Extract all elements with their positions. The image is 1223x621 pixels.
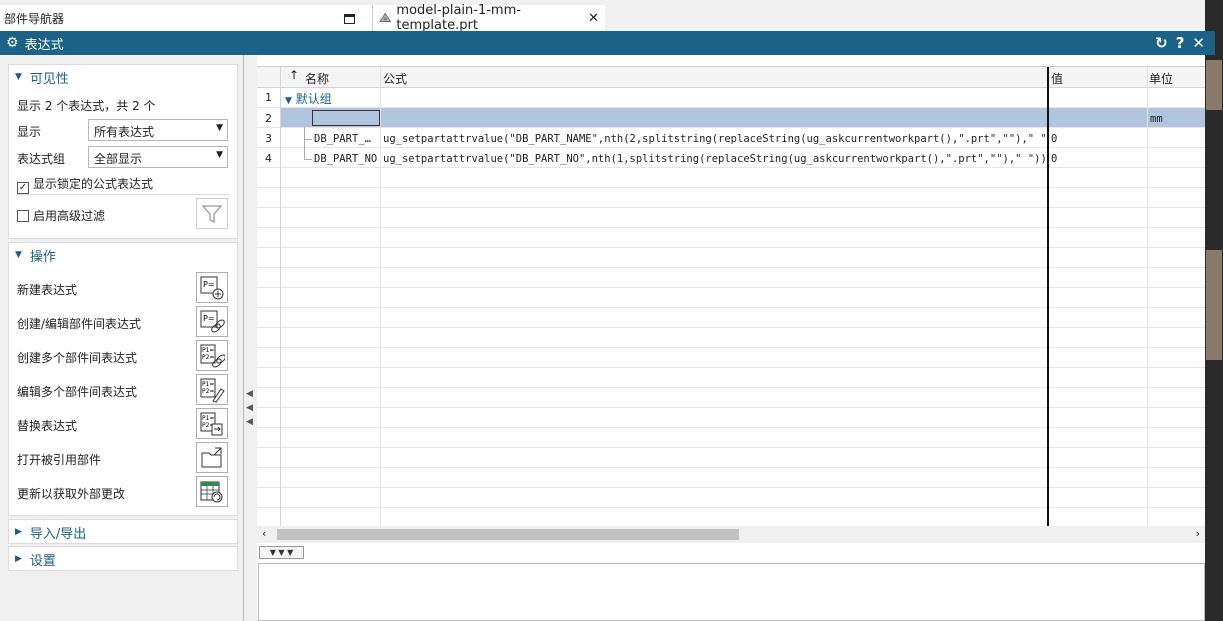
scrollbar-thumb[interactable]: [277, 529, 739, 540]
row-number: 1: [265, 91, 272, 104]
sort-arrow-icon[interactable]: ↑: [289, 68, 299, 82]
show-locked-checkbox[interactable]: ✓: [17, 182, 29, 194]
new-expression-icon[interactable]: P=: [196, 272, 228, 303]
part-navigator-tab[interactable]: 部件导航器: [0, 5, 373, 31]
op-new-expression[interactable]: 新建表达式: [17, 281, 77, 298]
row-number: 4: [265, 152, 272, 165]
dropdown-arrow-icon: ▼: [216, 123, 223, 133]
group-row[interactable]: ▼ 默认组: [285, 90, 332, 107]
svg-text:P1=: P1=: [202, 415, 214, 422]
row-number: 3: [265, 132, 272, 145]
op-interpart[interactable]: 创建/编辑部件间表达式: [17, 315, 141, 332]
import-export-header[interactable]: ▶ 导入/导出: [9, 520, 237, 544]
advanced-filter-checkbox[interactable]: [17, 210, 29, 222]
dialog-title: 表达式: [24, 37, 64, 53]
op-open-referenced[interactable]: 打开被引用部件: [17, 451, 101, 468]
column-formula[interactable]: 公式: [383, 70, 407, 87]
scroll-left-icon[interactable]: ‹: [262, 527, 266, 540]
column-name[interactable]: 名称: [305, 70, 329, 87]
svg-text:P=: P=: [203, 314, 215, 323]
dropdown-arrow-icon: ▼: [216, 150, 223, 160]
unit-cell[interactable]: mm: [1150, 113, 1163, 125]
value-cell[interactable]: 0: [1051, 153, 1057, 165]
details-toggle-icon[interactable]: ▼ ▼ ▼: [259, 546, 304, 559]
collapse-left-icon[interactable]: ◀: [246, 417, 253, 427]
svg-text:P2=: P2=: [202, 388, 214, 395]
update-external-icon[interactable]: [196, 476, 228, 507]
expand-triangle-icon: ▶: [15, 554, 22, 564]
visibility-header[interactable]: ▼ 可见性: [9, 65, 237, 89]
collapse-triangle-icon: ▼: [15, 250, 22, 260]
maximize-icon[interactable]: [344, 14, 355, 24]
top-strip: 部件导航器 model-plain-1-mm-template.prt ✕: [0, 0, 1223, 33]
collapse-left-icon[interactable]: ◀: [246, 389, 253, 399]
selected-row-highlight: [280, 108, 1205, 127]
column-unit[interactable]: 单位: [1149, 70, 1173, 87]
filter-icon[interactable]: [196, 198, 228, 229]
row-number: 2: [265, 112, 272, 125]
value-cell[interactable]: 0: [1051, 133, 1057, 145]
settings-header[interactable]: ▶ 设置: [9, 547, 237, 571]
advanced-filter-row[interactable]: 启用高级过滤: [17, 207, 105, 224]
expression-table: ↑ 名称 公式 值 单位 1 ▼ 默认组 2 mm 3 DB_PART_… ug…: [257, 66, 1205, 527]
dialog-titlebar: ⚙ 表达式 ↻ ? ✕: [0, 31, 1215, 55]
name-cell[interactable]: DB_PART_NO: [314, 153, 380, 165]
document-tab[interactable]: model-plain-1-mm-template.prt ✕: [373, 3, 605, 33]
svg-text:P1=: P1=: [202, 381, 214, 388]
horizontal-scrollbar[interactable]: ‹ ›: [257, 526, 1205, 543]
display-select[interactable]: 所有表达式 ▼: [88, 119, 228, 141]
op-create-multi[interactable]: 创建多个部件间表达式: [17, 349, 137, 366]
operations-header[interactable]: ▼ 操作: [9, 243, 237, 267]
replace-expression-icon[interactable]: P1= P2=: [196, 408, 228, 439]
import-export-section: ▶ 导入/导出: [8, 519, 238, 544]
op-update-external[interactable]: 更新以获取外部更改: [17, 485, 125, 502]
interpart-link-icon[interactable]: P=: [196, 306, 228, 337]
gear-icon: ⚙: [6, 35, 19, 51]
help-icon[interactable]: ?: [1176, 34, 1185, 52]
reset-icon[interactable]: ↻: [1155, 34, 1168, 52]
column-value[interactable]: 值: [1051, 70, 1063, 87]
background-window-edge: [1205, 0, 1223, 621]
formula-cell[interactable]: ug_setpartattrvalue("DB_PART_NO",nth(1,s…: [383, 153, 1045, 165]
close-icon[interactable]: ✕: [1192, 34, 1205, 52]
display-label: 显示: [17, 125, 42, 139]
svg-text:P2=: P2=: [202, 354, 214, 361]
details-pane[interactable]: [258, 563, 1205, 621]
visibility-summary: 显示 2 个表达式，共 2 个: [17, 99, 156, 113]
svg-text:P=: P=: [203, 280, 215, 289]
formula-cell[interactable]: ug_setpartattrvalue("DB_PART_NAME",nth(2…: [383, 133, 1045, 145]
operations-section: ▼ 操作 新建表达式 P= 创建/编辑部件间表达式 P= 创建多个部件间表达式 …: [8, 242, 238, 516]
name-cell[interactable]: DB_PART_…: [314, 133, 380, 145]
svg-text:P1=: P1=: [202, 347, 214, 354]
collapse-left-icon[interactable]: ◀: [246, 403, 253, 413]
part-navigator-title: 部件导航器: [4, 12, 65, 26]
open-referenced-part-icon[interactable]: [196, 442, 228, 473]
visibility-section: ▼ 可见性 显示 2 个表达式，共 2 个 显示 所有表达式 ▼ 表达式组 全部…: [8, 64, 238, 239]
document-tab-label: model-plain-1-mm-template.prt: [396, 3, 521, 33]
table-header: ↑ 名称 公式 值 单位: [257, 67, 1205, 88]
name-edit-field[interactable]: [312, 110, 380, 126]
scroll-right-icon[interactable]: ›: [1196, 527, 1200, 540]
left-options-pane: ▼ 可见性 显示 2 个表达式，共 2 个 显示 所有表达式 ▼ 表达式组 全部…: [0, 55, 243, 621]
close-tab-icon[interactable]: ✕: [588, 11, 599, 26]
expand-chevron-icon[interactable]: ▼: [285, 96, 292, 106]
collapse-triangle-icon: ▼: [15, 72, 22, 82]
part-file-icon: [379, 12, 392, 22]
settings-section: ▶ 设置: [8, 546, 238, 571]
expand-triangle-icon: ▶: [15, 527, 22, 537]
show-locked-row[interactable]: ✓ 显示锁定的公式表达式: [17, 175, 153, 194]
multi-interpart-icon[interactable]: P1= P2=: [196, 340, 228, 371]
op-edit-multi[interactable]: 编辑多个部件间表达式: [17, 383, 137, 400]
edit-multi-interpart-icon[interactable]: P1= P2=: [196, 374, 228, 405]
group-select[interactable]: 全部显示 ▼: [88, 146, 228, 168]
group-label: 表达式组: [17, 152, 66, 166]
op-replace[interactable]: 替换表达式: [17, 417, 77, 434]
pane-splitter[interactable]: ◀ ◀ ◀: [243, 55, 257, 621]
